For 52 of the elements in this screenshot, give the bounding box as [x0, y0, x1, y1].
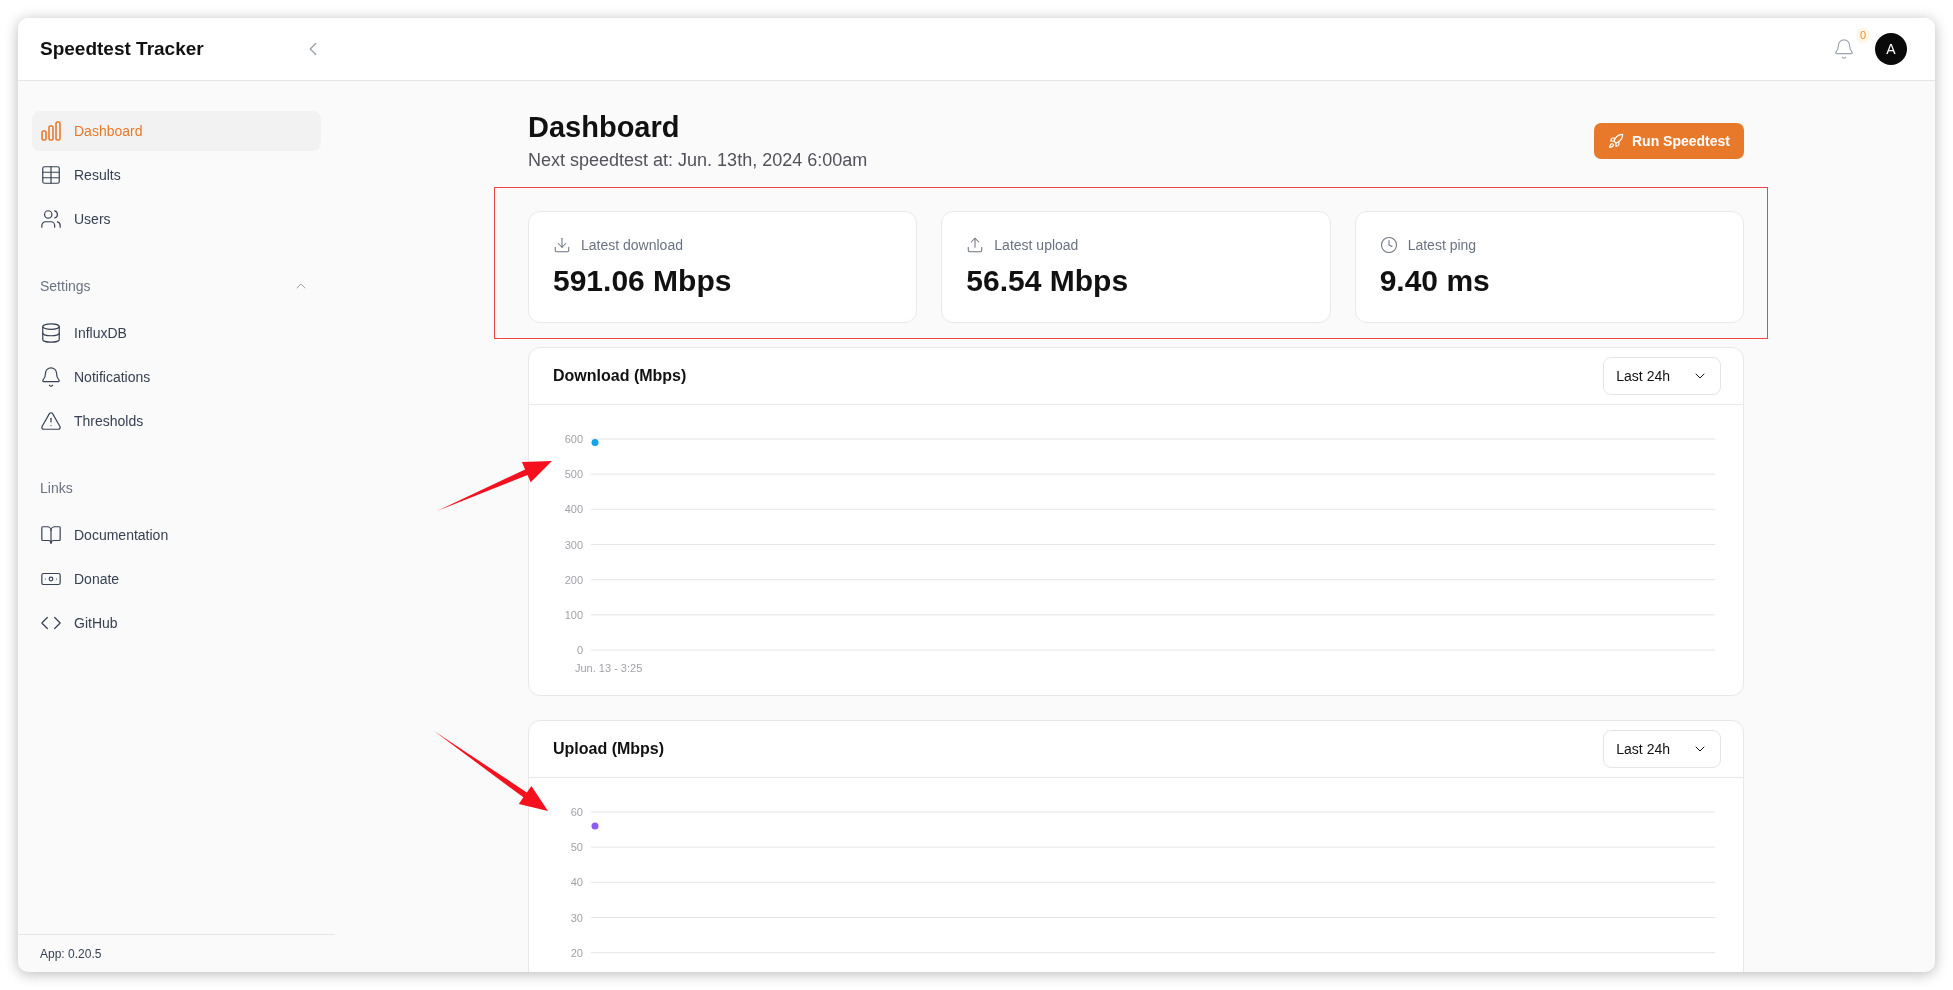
axis-tick-label: 200 — [564, 573, 583, 586]
warning-icon — [40, 410, 62, 432]
notification-count: 0 — [1856, 28, 1869, 43]
axis-tick-label: 30 — [570, 911, 583, 924]
sidebar-item[interactable]: Documentation — [32, 515, 321, 555]
app-version: App: 0.20.5 — [40, 946, 102, 961]
table-icon — [40, 164, 62, 186]
range-select[interactable]: Last 24h — [1603, 357, 1721, 395]
app-title: Speedtest Tracker — [40, 38, 205, 60]
sidebar-item[interactable]: InfluxDB — [32, 313, 321, 353]
book-icon — [40, 524, 62, 546]
axis-tick-label: 50 — [570, 841, 583, 854]
stat-value: 56.54 Mbps — [966, 264, 1130, 298]
sidebar-item[interactable]: Results — [32, 155, 321, 195]
sidebar-item[interactable]: GitHub — [32, 603, 321, 643]
stat-label: Latest upload — [994, 237, 1079, 253]
sidebar-item[interactable]: Notifications — [32, 357, 321, 397]
database-icon — [40, 322, 62, 344]
notifications-button[interactable] — [1833, 38, 1855, 60]
bar-chart-icon — [40, 120, 62, 142]
stat-value: 9.40 ms — [1379, 264, 1491, 298]
sidebar-item[interactable]: Donate — [32, 559, 321, 599]
axis-tick-label: 100 — [564, 608, 583, 621]
axis-tick-label: 60 — [570, 806, 583, 818]
axis-tick-label: 600 — [564, 433, 583, 445]
sidebar-item[interactable]: Users — [32, 199, 321, 239]
next-speedtest-text: Next speedtest at: Jun. 13th, 2024 6:00am — [528, 150, 868, 171]
user-avatar[interactable]: A — [1875, 33, 1907, 65]
axis-category-label: Jun. 13 - 3:25 — [575, 662, 643, 674]
axis-tick-label: 500 — [564, 468, 583, 481]
axis-tick-label: 300 — [564, 538, 583, 551]
axis-tick-label: 400 — [564, 503, 583, 516]
page-title: Dashboard — [528, 111, 681, 144]
chart-title: Upload (Mbps) — [553, 740, 665, 758]
range-select[interactable]: Last 24h — [1603, 730, 1721, 768]
stat-label: Latest download — [581, 237, 683, 253]
stat-value: 591.06 Mbps — [553, 264, 733, 298]
clock-icon — [1379, 236, 1398, 254]
chart-title: Download (Mbps) — [553, 367, 687, 385]
bell-icon — [1833, 38, 1855, 60]
users-icon — [40, 208, 62, 230]
bell-icon — [40, 366, 62, 388]
stat-label: Latest ping — [1407, 237, 1477, 253]
upload-icon — [966, 236, 985, 254]
axis-tick-label: 40 — [570, 876, 583, 889]
axis-tick-label: 20 — [570, 946, 583, 959]
sidebar-item[interactable]: Thresholds — [32, 401, 321, 441]
download-icon — [553, 236, 571, 254]
sidebar-group-heading: Settings — [40, 278, 91, 294]
axis-tick-label: 0 — [576, 644, 583, 656]
sidebar-group-heading: Links — [40, 480, 73, 496]
rocket-icon — [1608, 133, 1624, 149]
